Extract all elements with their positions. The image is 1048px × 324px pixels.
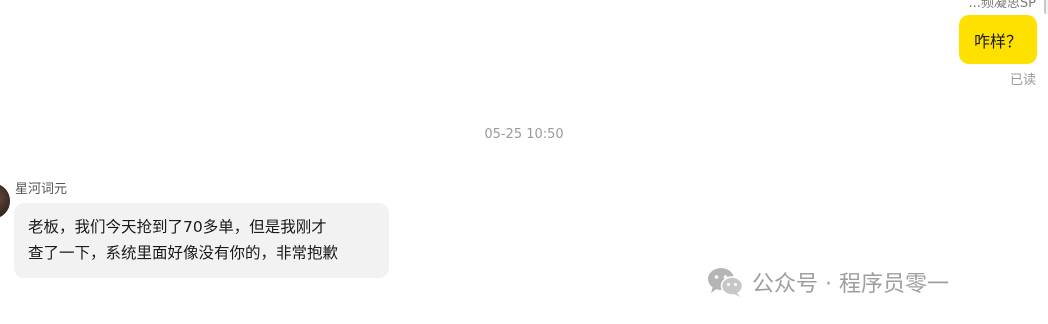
message-timestamp: 05-25 10:50 (484, 127, 564, 142)
user-avatar[interactable] (1044, 0, 1048, 14)
outgoing-message-bubble[interactable]: 咋样？ (959, 15, 1037, 64)
sender-avatar[interactable] (0, 183, 10, 219)
incoming-message-line-2: 查了一下，系统里面好像没有你的，非常抱歉 (28, 244, 339, 262)
contact-name-partial: ...频凝思SP (968, 0, 1037, 11)
outgoing-message-text: 咋样？ (973, 31, 1022, 51)
read-status: 已读 (1009, 73, 1036, 88)
wechat-icon (706, 266, 744, 298)
sender-name: 星河词元 (15, 182, 68, 197)
watermark: 公众号 · 程序员零一 (706, 264, 949, 300)
incoming-message-line-1: 老板，我们今天抢到了70多单，但是我刚才 (28, 218, 327, 236)
incoming-message-bubble[interactable]: 老板，我们今天抢到了70多单，但是我刚才 查了一下，系统里面好像没有你的，非常抱… (14, 203, 389, 278)
watermark-text: 公众号 · 程序员零一 (752, 272, 949, 297)
